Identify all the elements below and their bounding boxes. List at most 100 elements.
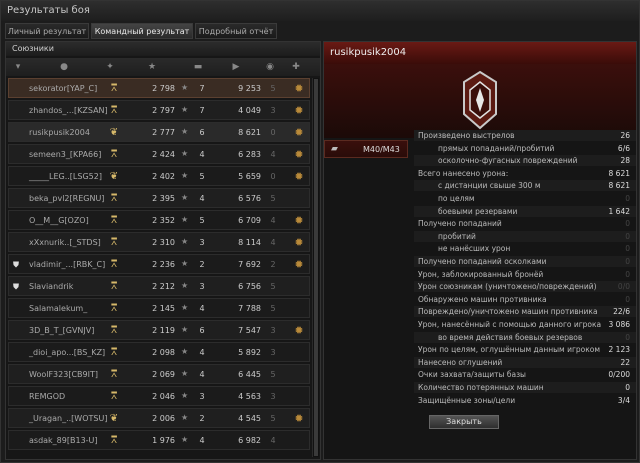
table-row[interactable]: _____LEG..[LSG52] ❦ 2 402 ★ 5 5 659 0 ✹ [8, 166, 310, 186]
vehicle-tab[interactable]: ▰ M40/M43 [324, 140, 408, 158]
kills-value: 6 [199, 326, 205, 335]
damage-value: 5 659 [238, 172, 261, 181]
xp-star-icon[interactable]: ★ [146, 61, 158, 73]
title-bar: Результаты боя [1, 1, 639, 21]
kills-value: 7 [199, 106, 205, 115]
rank-chevron-icon: ⩞ [110, 325, 118, 336]
player-name: xXxnurik..[_STDS] [29, 238, 101, 247]
star-icon: ★ [181, 413, 189, 422]
table-row[interactable]: Salamalekum_ ⩞ 2 145 ★ 4 7 788 5 [8, 298, 310, 318]
player-name: beka_pvl2[REGNU] [29, 194, 105, 203]
table-row[interactable]: sekorator[YAP_C] ⩞ 2 798 ★ 7 9 253 5 ✹ [8, 78, 310, 98]
kills-value: 4 [199, 150, 205, 159]
stat-value: 0 [625, 269, 630, 279]
table-row[interactable]: ⛊ Slaviandrik ⩞ 2 212 ★ 3 6 756 5 [8, 276, 310, 296]
player-name: rusikpusik2004 [330, 47, 407, 58]
player-name: _dioi_apo...[BS_KZ] [29, 348, 106, 357]
stat-value: 0/200 [608, 370, 630, 380]
stat-label: Количество потерянных машин [418, 383, 544, 392]
medal-icon[interactable]: ✦ [104, 61, 116, 73]
damage-value: 8 114 [238, 238, 261, 247]
kills-value: 4 [199, 194, 205, 203]
achievement-badge-icon: ✹ [294, 214, 304, 227]
table-row[interactable]: zhandos_...[KZSAN] ⩞ 2 797 ★ 7 4 049 3 ✹ [8, 100, 310, 120]
star-icon: ★ [181, 215, 189, 224]
spotted-value: 4 [270, 150, 276, 159]
stat-label: с дистанции свыше 300 м [438, 181, 541, 191]
stat-row: Урон, нанесённый с помощью данного игрок… [414, 319, 636, 330]
table-row[interactable]: O__M__G[OZO] ⩞ 2 352 ★ 5 6 709 4 ✹ [8, 210, 310, 230]
star-icon: ★ [181, 83, 189, 92]
stat-label: осколочно-фугасных повреждений [438, 156, 578, 166]
player-name: sekorator[YAP_C] [29, 84, 98, 93]
xp-value: 2 797 [152, 106, 175, 115]
rank-chevron-icon: ⩞ [110, 435, 118, 446]
team-title: Союзники [12, 44, 54, 53]
tab-detailed[interactable]: Подробный отчёт [195, 23, 277, 39]
table-row[interactable]: 3D_B_T_[GVNJV] ⩞ 2 119 ★ 6 7 547 3 ✹ [8, 320, 310, 340]
team-panel: Союзники ▾ ● ✦ ★ ▬ ▶ ◉ ✚ sekorator[YAP_C… [5, 41, 321, 460]
spotted-value: 5 [270, 304, 276, 313]
badge-icon[interactable]: ✚ [290, 61, 302, 73]
table-row[interactable]: semeen3_[KPA66] ⩞ 2 424 ★ 4 6 283 4 ✹ [8, 144, 310, 164]
player-name: Salamalekum_ [29, 304, 88, 313]
damage-value: 4 049 [238, 106, 261, 115]
stat-row: Урон по целям, оглушённым данным игроком… [414, 344, 636, 355]
star-icon: ★ [181, 105, 189, 114]
xp-value: 2 777 [152, 128, 175, 137]
stat-row: Получено попаданий 0 [414, 218, 636, 229]
window-title: Результаты боя [7, 5, 90, 16]
kills-value: 2 [199, 260, 205, 269]
star-icon: ★ [181, 391, 189, 400]
damage-icon[interactable]: ▶ [230, 61, 242, 73]
table-row[interactable]: rusikpusik2004 ❦ 2 777 ★ 6 8 621 0 ✹ [8, 122, 310, 142]
star-icon: ★ [181, 347, 189, 356]
achievement-badge-icon: ✹ [294, 82, 304, 95]
rank-emblem-icon [463, 70, 497, 130]
scrollbar[interactable] [312, 78, 319, 457]
stat-label: Получено попаданий [418, 219, 502, 229]
damage-value: 6 283 [238, 150, 261, 159]
table-row[interactable]: _dioi_apo...[BS_KZ] ⩞ 2 098 ★ 4 5 892 3 [8, 342, 310, 362]
player-emblem [324, 64, 636, 138]
column-header: ▾ ● ✦ ★ ▬ ▶ ◉ ✚ [6, 58, 320, 76]
kills-value: 3 [199, 238, 205, 247]
scrollbar-thumb[interactable] [314, 79, 318, 456]
xp-value: 2 119 [152, 326, 175, 335]
tab-personal[interactable]: Личный результат [5, 23, 89, 39]
close-button[interactable]: Закрыть [429, 415, 499, 429]
player-name: Slaviandrik [29, 282, 74, 291]
stat-value: 0 [625, 231, 630, 241]
damage-value: 6 756 [238, 282, 261, 291]
rank-chevron-icon: ⩞ [110, 303, 118, 314]
table-row[interactable]: xXxnurik..[_STDS] ⩞ 2 310 ★ 3 8 114 4 ✹ [8, 232, 310, 252]
damage-value: 6 576 [238, 194, 261, 203]
table-row[interactable]: WoolF323[CB9IT] ⩞ 2 069 ★ 4 6 445 5 [8, 364, 310, 384]
xp-value: 2 006 [152, 414, 175, 423]
kills-value: 3 [199, 282, 205, 291]
stat-label: Урон, нанесённый с помощью данного игрок… [418, 320, 602, 329]
stat-label: пробитий [438, 231, 476, 241]
stat-row: Очки захвата/защиты базы 0/200 [414, 369, 636, 380]
table-row[interactable]: REMGOD ⩞ 2 046 ★ 3 4 563 3 [8, 386, 310, 406]
player-icon[interactable]: ● [58, 61, 70, 73]
table-row[interactable]: asdak_89[B13-U] ⩞ 1 976 ★ 4 6 982 4 [8, 430, 310, 450]
star-icon: ★ [181, 237, 189, 246]
table-row[interactable]: ⛊ vladimir_...[RBK_C] ⩞ 2 236 ★ 2 7 692 2 ✹ [8, 254, 310, 274]
stat-row: боевыми резервами 1 642 [414, 205, 636, 217]
player-name: asdak_89[B13-U] [29, 436, 98, 445]
spot-icon[interactable]: ◉ [264, 61, 276, 73]
achievement-badge-icon: ✹ [294, 412, 304, 425]
damage-value: 9 253 [238, 84, 261, 93]
spotted-value: 4 [270, 238, 276, 247]
tab-team[interactable]: Командный результат [91, 23, 193, 39]
stat-label: Всего нанесено урона: [418, 168, 509, 178]
star-icon: ★ [181, 149, 189, 158]
stat-value: 28 [620, 156, 630, 166]
kills-icon[interactable]: ▬ [192, 61, 204, 73]
table-row[interactable]: beka_pvl2[REGNU] ⩞ 2 395 ★ 4 6 576 5 [8, 188, 310, 208]
stat-label: не нанёсших урон [438, 244, 511, 254]
rank-icon[interactable]: ▾ [12, 61, 24, 73]
table-row[interactable]: _Uragan_..[WOTSU] ❦ 2 006 ★ 2 4 545 5 ✹ [8, 408, 310, 428]
kills-value: 5 [199, 216, 205, 225]
